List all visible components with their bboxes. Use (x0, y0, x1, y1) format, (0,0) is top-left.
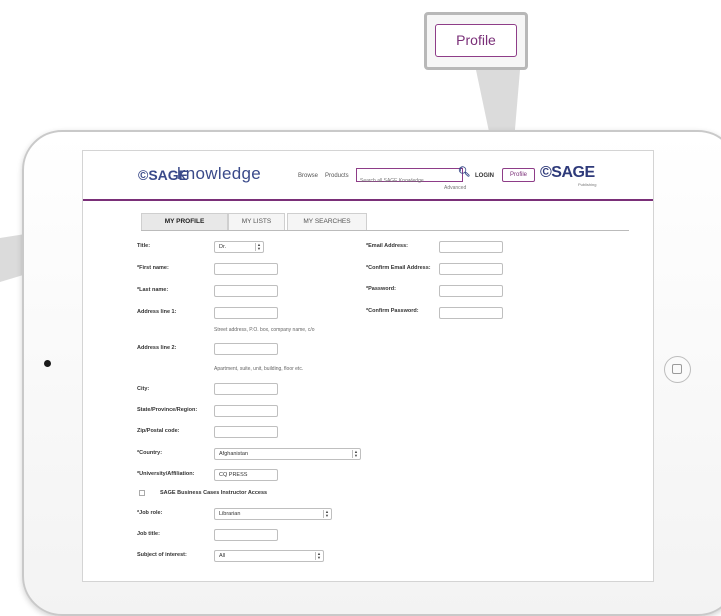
home-button[interactable] (664, 356, 691, 383)
first-name-label: *First name: (137, 265, 169, 271)
email-label: *Email Address: (366, 243, 408, 249)
profile-callout: Profile (424, 12, 528, 70)
first-name-input[interactable] (214, 263, 278, 275)
confirm-password-input[interactable] (439, 307, 503, 319)
last-name-input[interactable] (214, 285, 278, 297)
login-label[interactable]: LOGIN (475, 173, 494, 179)
tabs-underline (141, 230, 629, 231)
title-value: Dr. (219, 244, 227, 250)
password-label: *Password: (366, 286, 396, 292)
sage-knowledge-logo[interactable]: knowledge (177, 164, 261, 184)
tablet-camera (44, 360, 51, 367)
job-title-input[interactable] (214, 529, 278, 541)
home-square-icon (672, 364, 682, 374)
sage-cases-checkbox[interactable] (139, 490, 145, 496)
confirm-password-label: *Confirm Password: (366, 308, 419, 314)
zip-input[interactable] (214, 426, 278, 438)
title-select[interactable]: Dr. ▲ ▼ (214, 241, 264, 253)
city-input[interactable] (214, 383, 278, 395)
search-input[interactable] (357, 175, 452, 187)
zip-label: Zip/Postal code: (137, 428, 180, 434)
title-label: Title: (137, 243, 151, 249)
nav-products[interactable]: Products (325, 173, 349, 179)
university-input[interactable]: CQ PRESS (214, 469, 278, 481)
subject-select[interactable]: All ▲ ▼ (214, 550, 324, 562)
profile-button[interactable]: Profile (502, 168, 535, 182)
last-name-label: *Last name: (137, 287, 169, 293)
sage-brand-sub: Publishing (578, 182, 597, 187)
address1-input[interactable] (214, 307, 278, 319)
university-label: *University/Affiliation: (137, 471, 195, 477)
address2-input[interactable] (214, 343, 278, 355)
search-icon[interactable]: 🔍︎ (458, 167, 471, 178)
sage-brand-logo[interactable]: ©SAGE (540, 164, 595, 182)
job-role-value: Librarian (219, 511, 241, 517)
profile-callout-button: Profile (435, 24, 517, 57)
stepper-arrows-icon: ▲ ▼ (255, 243, 262, 251)
password-input[interactable] (439, 285, 503, 297)
header-divider (83, 199, 653, 201)
tab-my-lists[interactable]: MY LISTS (228, 213, 285, 230)
screen: ©SAGE knowledge Browse Products 🔍︎ Advan… (82, 150, 654, 582)
subject-value: All (219, 553, 226, 559)
subject-label: Subject of interest: (137, 552, 187, 558)
state-label: State/Province/Region: (137, 407, 198, 413)
country-label: *Country: (137, 450, 163, 456)
address1-label: Address line 1: (137, 309, 177, 315)
address2-hint: Apartment, suite, unit, building, floor … (214, 366, 304, 372)
stepper-arrows-icon: ▲ ▼ (352, 450, 359, 458)
confirm-email-input[interactable] (439, 263, 503, 275)
sage-cases-label: SAGE Business Cases Instructor Access (160, 490, 268, 496)
state-input[interactable] (214, 405, 278, 417)
address1-hint: Street address, P.O. box, company name, … (214, 327, 315, 333)
job-role-label: *Job role: (137, 510, 163, 516)
site-header: ©SAGE knowledge Browse Products 🔍︎ Advan… (83, 151, 653, 199)
stepper-arrows-icon: ▲ ▼ (315, 552, 322, 560)
city-label: City: (137, 386, 150, 392)
advanced-search-link[interactable]: Advanced (444, 185, 466, 191)
search-box (356, 168, 463, 187)
job-title-label: Job title: (137, 531, 160, 537)
country-select[interactable]: Afghanistan ▲ ▼ (214, 448, 361, 460)
country-value: Afghanistan (219, 451, 249, 457)
confirm-email-label: *Confirm Email Address: (366, 265, 431, 271)
job-role-select[interactable]: Librarian ▲ ▼ (214, 508, 332, 520)
nav-browse[interactable]: Browse (298, 173, 318, 179)
stepper-arrows-icon: ▲ ▼ (323, 510, 330, 518)
address2-label: Address line 2: (137, 345, 177, 351)
tab-my-searches[interactable]: MY SEARCHES (287, 213, 367, 230)
email-input[interactable] (439, 241, 503, 253)
tab-my-profile[interactable]: MY PROFILE (141, 213, 228, 230)
